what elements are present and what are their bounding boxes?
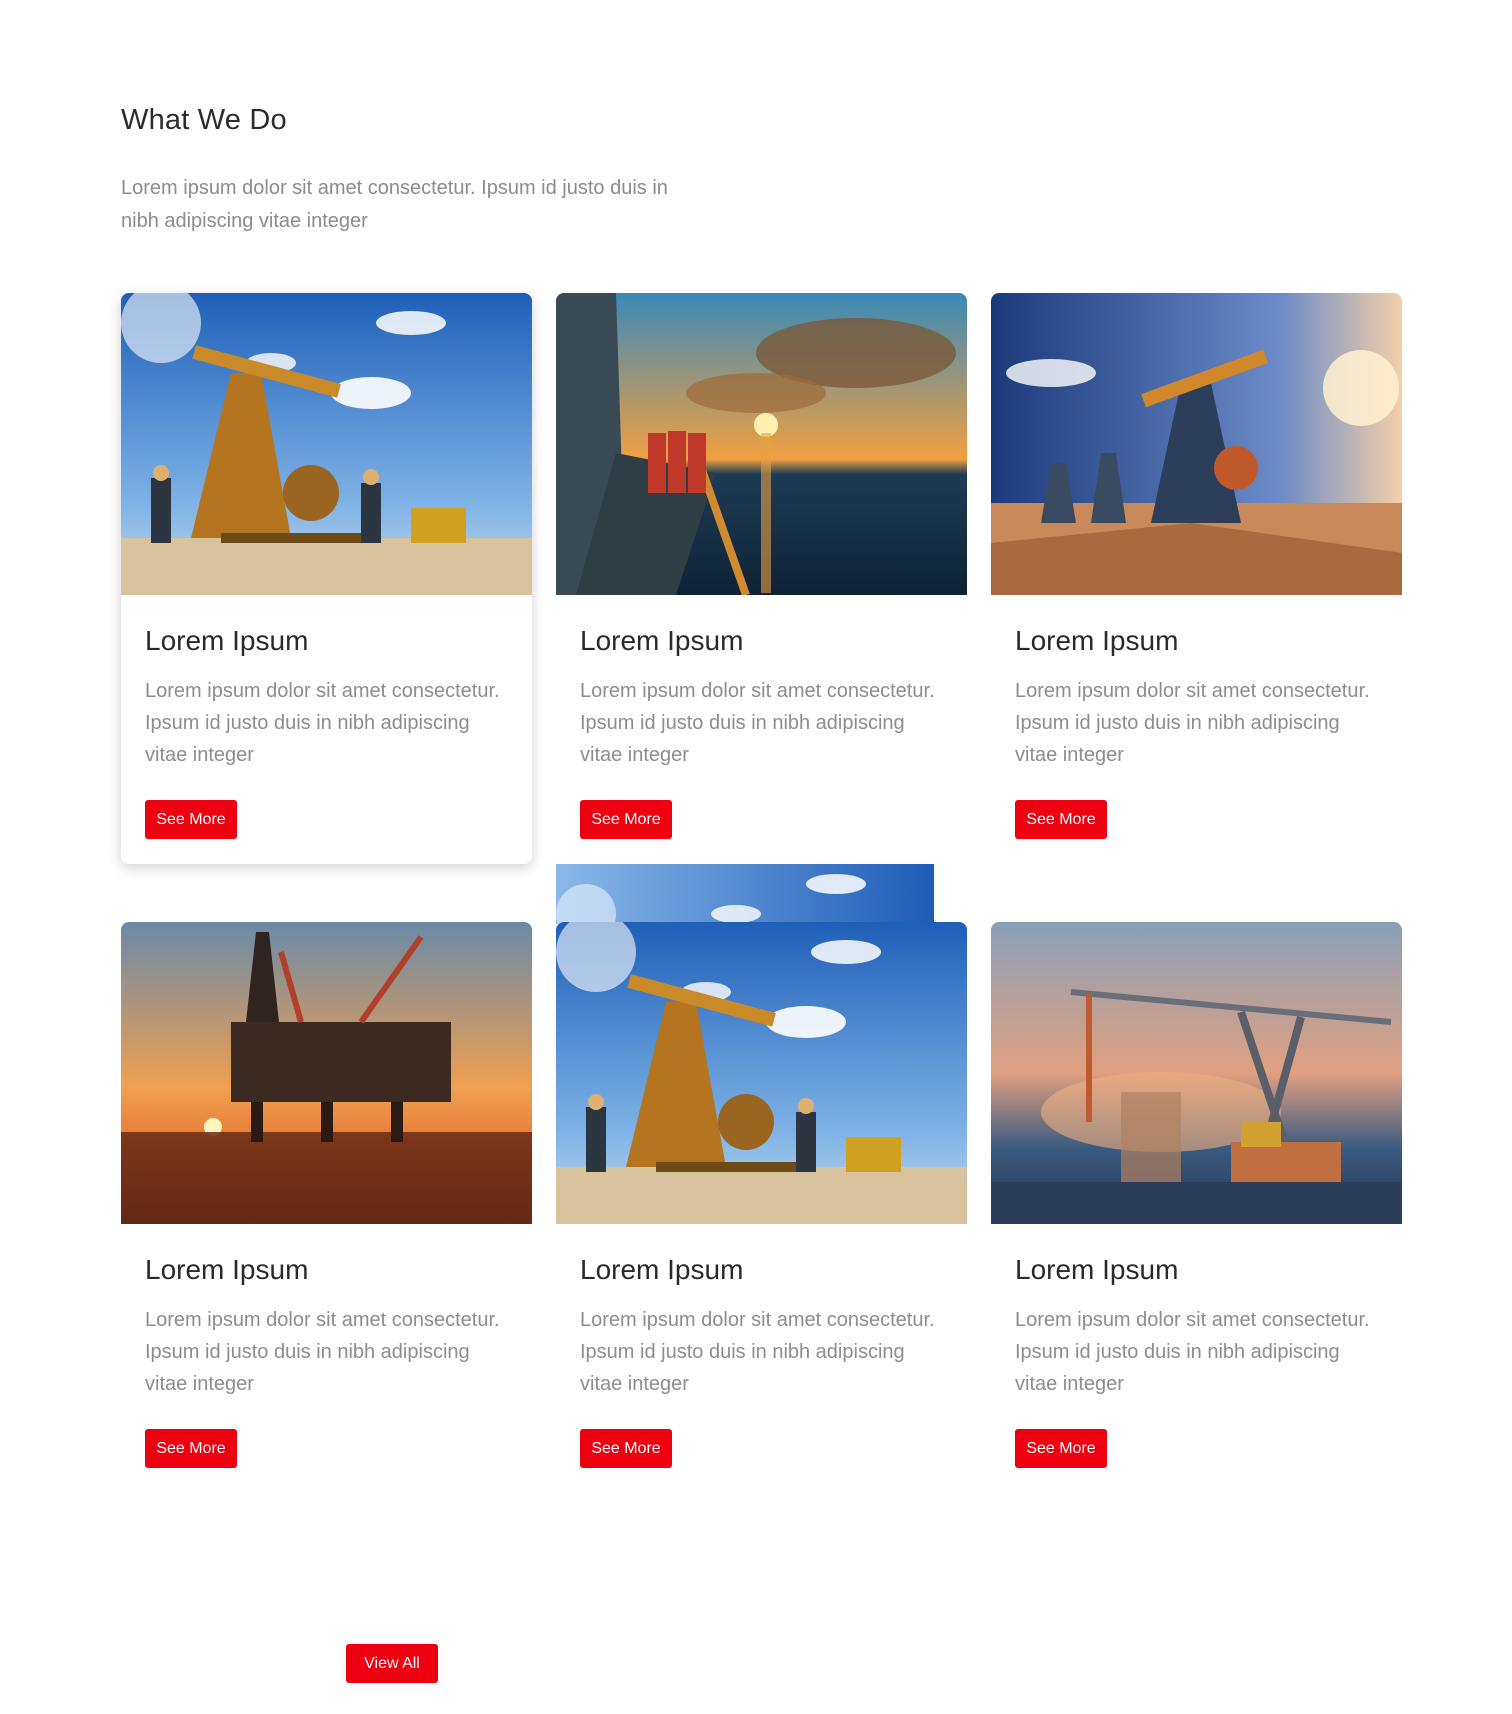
card-description: Lorem ipsum dolor sit amet consectetur. … — [1015, 1309, 1370, 1395]
section-description: Lorem ipsum dolor sit amet consectetur. … — [121, 177, 668, 232]
pumpjack-field-photo — [991, 293, 1402, 595]
offshore-sunset-photo — [556, 293, 967, 595]
see-more-button[interactable]: See More — [1015, 1429, 1107, 1468]
service-card: Lorem Ipsum Lorem ipsum dolor sit amet c… — [121, 293, 532, 864]
pumpjack-photo — [556, 922, 967, 1224]
card-title: Lorem Ipsum — [1015, 625, 1179, 656]
card-description: Lorem ipsum dolor sit amet consectetur. … — [145, 680, 500, 766]
section-title: What We Do — [121, 104, 287, 136]
card-title: Lorem Ipsum — [580, 625, 744, 656]
card-title: Lorem Ipsum — [1015, 1254, 1179, 1285]
card-description: Lorem ipsum dolor sit amet consectetur. … — [580, 680, 935, 766]
see-more-button[interactable]: See More — [145, 1429, 237, 1468]
card-title: Lorem Ipsum — [145, 625, 309, 656]
what-we-do-section: What We Do Lorem ipsum dolor sit amet co… — [0, 0, 1512, 1714]
image-fragment — [556, 864, 934, 924]
card-description: Lorem ipsum dolor sit amet consectetur. … — [1015, 680, 1370, 766]
service-card: Lorem Ipsum Lorem ipsum dolor sit amet c… — [556, 922, 967, 1493]
service-card: Lorem Ipsum Lorem ipsum dolor sit amet c… — [121, 922, 532, 1493]
card-description: Lorem ipsum dolor sit amet consectetur. … — [145, 1309, 500, 1395]
service-card: Lorem Ipsum Lorem ipsum dolor sit amet c… — [991, 293, 1402, 864]
see-more-button[interactable]: See More — [145, 800, 237, 839]
card-title: Lorem Ipsum — [580, 1254, 744, 1285]
see-more-button[interactable]: See More — [580, 1429, 672, 1468]
card-description: Lorem ipsum dolor sit amet consectetur. … — [580, 1309, 935, 1395]
harbor-crane-photo — [991, 922, 1402, 1224]
card-title: Lorem Ipsum — [145, 1254, 309, 1285]
offshore-rig-photo — [121, 922, 532, 1224]
see-more-button[interactable]: See More — [580, 800, 672, 839]
service-card: Lorem Ipsum Lorem ipsum dolor sit amet c… — [991, 922, 1402, 1493]
service-card: Lorem Ipsum Lorem ipsum dolor sit amet c… — [556, 293, 967, 864]
pumpjack-photo — [121, 293, 532, 595]
view-all-button[interactable]: View All — [346, 1644, 438, 1683]
see-more-button[interactable]: See More — [1015, 800, 1107, 839]
